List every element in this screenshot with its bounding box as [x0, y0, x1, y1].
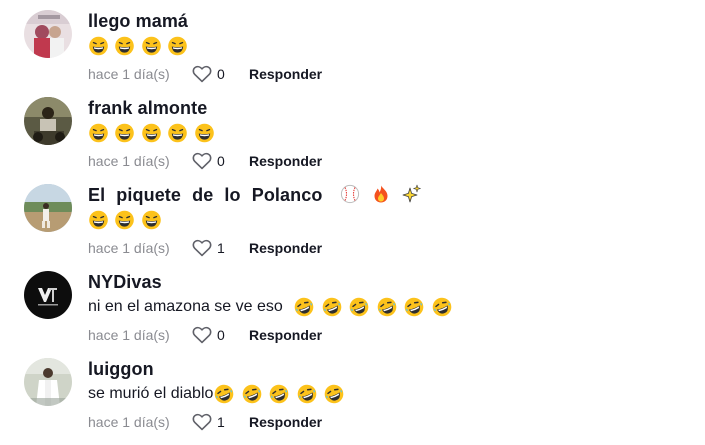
- comment-list: llego mamá hace 1 día(s) 0 Responder fra…: [0, 0, 705, 442]
- comment-text: se murió el diablo: [88, 384, 346, 404]
- comment-meta: hace 1 día(s) 0 Responder: [88, 64, 322, 84]
- comment-time: hace 1 día(s): [88, 327, 170, 343]
- rolling-laughing-emoji-icon: [377, 297, 396, 317]
- comment-item: luiggon se murió el diablo hace 1 día(s)…: [0, 358, 705, 445]
- comment-username[interactable]: frank almonte: [88, 96, 207, 120]
- grinning-sweat-emoji-icon: [142, 123, 161, 143]
- like-count: 0: [217, 327, 225, 343]
- heart-icon: [192, 65, 212, 83]
- rolling-laughing-emoji-icon: [270, 384, 289, 404]
- rolling-laughing-emoji-icon: [322, 297, 342, 317]
- avatar[interactable]: [24, 97, 72, 145]
- rolling-laughing-emoji-icon: [242, 384, 262, 404]
- comment-username[interactable]: NYDivas: [88, 270, 162, 294]
- baseball-icon: [340, 185, 359, 204]
- grinning-sweat-emoji-icon: [168, 123, 188, 143]
- rolling-laughing-emoji-icon: [324, 384, 344, 404]
- fire-icon: [374, 185, 388, 203]
- avatar[interactable]: [24, 358, 72, 406]
- like-button[interactable]: 0: [192, 152, 237, 170]
- comment-username[interactable]: luiggon: [88, 357, 154, 381]
- like-count: 0: [217, 66, 225, 82]
- comment-text: [88, 210, 163, 230]
- comment-username[interactable]: El piquete de lo Polanco: [88, 183, 422, 207]
- reply-button[interactable]: Responder: [249, 240, 322, 256]
- comment-text: [88, 123, 216, 143]
- heart-icon: [192, 326, 212, 344]
- grinning-sweat-emoji-icon: [195, 123, 214, 143]
- comment-time: hace 1 día(s): [88, 414, 170, 430]
- avatar[interactable]: [24, 10, 72, 58]
- avatar[interactable]: [24, 184, 72, 232]
- comment-meta: hace 1 día(s) 1 Responder: [88, 412, 322, 432]
- comment-time: hace 1 día(s): [88, 66, 170, 82]
- grinning-sweat-emoji-icon: [142, 36, 161, 56]
- sparkles-icon: [402, 184, 421, 203]
- comment-time: hace 1 día(s): [88, 240, 170, 256]
- comment-emojis: [88, 36, 189, 56]
- comment-emojis: [213, 384, 346, 404]
- comment-emojis: [88, 123, 216, 143]
- heart-icon: [192, 239, 212, 257]
- rolling-laughing-emoji-icon: [215, 384, 234, 404]
- comment-text-body: ni en el amazona se ve eso: [88, 298, 283, 315]
- like-count: 0: [217, 153, 225, 169]
- comment-meta: hace 1 día(s) 0 Responder: [88, 325, 322, 345]
- grinning-sweat-emoji-icon: [115, 123, 135, 143]
- comment-item: NYDivas ni en el amazona se ve eso hace …: [0, 271, 705, 358]
- like-button[interactable]: 0: [192, 65, 237, 83]
- avatar[interactable]: [24, 271, 72, 319]
- username-emojis: [340, 184, 422, 204]
- rolling-laughing-emoji-icon: [349, 297, 369, 317]
- rolling-laughing-emoji-icon: [294, 297, 314, 317]
- grinning-sweat-emoji-icon: [168, 36, 188, 56]
- grinning-sweat-emoji-icon: [89, 36, 108, 56]
- reply-button[interactable]: Responder: [249, 327, 322, 343]
- comment-time: hace 1 día(s): [88, 153, 170, 169]
- like-count: 1: [217, 414, 225, 430]
- comment-item: El piquete de lo Polanco hace 1 día(s) 1…: [0, 184, 705, 271]
- comment-username[interactable]: llego mamá: [88, 9, 188, 33]
- like-count: 1: [217, 240, 225, 256]
- heart-icon: [192, 152, 212, 170]
- comment-emojis: [88, 210, 163, 230]
- rolling-laughing-emoji-icon: [404, 297, 424, 317]
- grinning-sweat-emoji-icon: [115, 210, 135, 230]
- comment-meta: hace 1 día(s) 1 Responder: [88, 238, 322, 258]
- grinning-sweat-emoji-icon: [89, 123, 108, 143]
- grinning-sweat-emoji-icon: [142, 210, 161, 230]
- reply-button[interactable]: Responder: [249, 153, 322, 169]
- grinning-sweat-emoji-icon: [115, 36, 135, 56]
- comment-username-text: El piquete de lo Polanco: [88, 185, 323, 205]
- comment-item: llego mamá hace 1 día(s) 0 Responder: [0, 10, 705, 97]
- comment-text: [88, 36, 189, 56]
- like-button[interactable]: 1: [192, 239, 237, 257]
- reply-button[interactable]: Responder: [249, 66, 322, 82]
- like-button[interactable]: 0: [192, 326, 237, 344]
- rolling-laughing-emoji-icon: [432, 297, 451, 317]
- heart-icon: [192, 413, 212, 431]
- rolling-laughing-emoji-icon: [297, 384, 317, 404]
- comment-emojis: [293, 297, 453, 317]
- comment-text-body: se murió el diablo: [88, 385, 214, 402]
- comment-meta: hace 1 día(s) 0 Responder: [88, 151, 322, 171]
- like-button[interactable]: 1: [192, 413, 237, 431]
- comment-text: ni en el amazona se ve eso: [88, 297, 454, 317]
- grinning-sweat-emoji-icon: [89, 210, 108, 230]
- comment-item: frank almonte hace 1 día(s) 0 Responder: [0, 97, 705, 184]
- reply-button[interactable]: Responder: [249, 414, 322, 430]
